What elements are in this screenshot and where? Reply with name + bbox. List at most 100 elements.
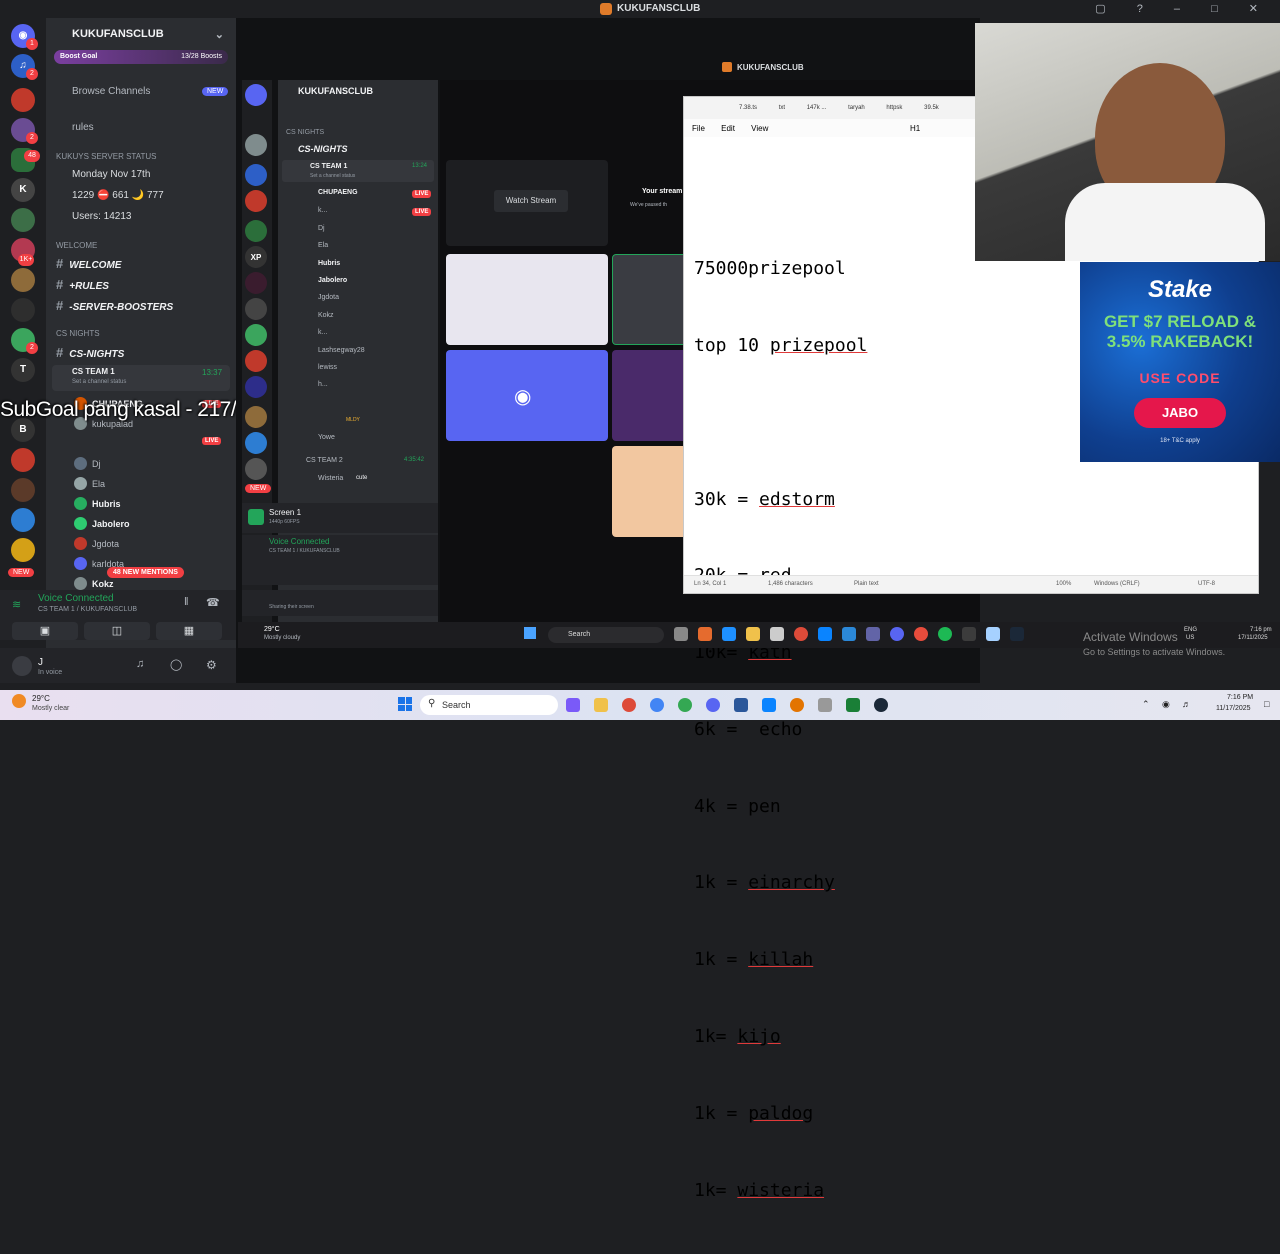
inner-voice-user[interactable]: Ela [318, 242, 328, 249]
user-tile[interactable] [446, 254, 608, 345]
inner-voice-channel[interactable]: CS TEAM 1 13:24 Set a channel status [282, 160, 434, 182]
voice-channel-status[interactable]: Set a channel status [72, 379, 126, 385]
server-icon[interactable] [245, 220, 267, 242]
inner-channel-cs-nights[interactable]: CS-NIGHTS [298, 144, 348, 154]
app-icon[interactable] [914, 627, 928, 641]
inner-category-cs-nights[interactable]: CS NIGHTS [286, 129, 324, 136]
server-letter-icon[interactable]: K [11, 178, 35, 202]
disconnect-icon[interactable]: ☎ [206, 596, 220, 609]
server-icon[interactable] [245, 458, 267, 480]
voice-connected-sub[interactable]: CS TEAM 1 / KUKUFANSCLUB [38, 606, 137, 613]
chevron-down-icon[interactable]: ⌄ [215, 28, 224, 41]
server-letter-icon[interactable]: T [11, 358, 35, 382]
voice-user[interactable]: Ela [92, 479, 105, 489]
inner-lang[interactable]: ENG [1184, 627, 1197, 633]
app-icon[interactable] [818, 698, 832, 712]
inner-region[interactable]: US [1186, 635, 1194, 641]
stream-tile[interactable]: Watch Stream [446, 160, 608, 246]
menu-view[interactable]: View [751, 124, 768, 133]
inner-server-name[interactable]: KUKUFANSCLUB [298, 86, 373, 96]
voice-user[interactable]: Dj [92, 459, 101, 469]
inner-date[interactable]: 17/11/2025 [1238, 635, 1268, 641]
inner-voice-user[interactable]: k... [318, 207, 327, 214]
gear-icon[interactable]: ⚙ [206, 658, 217, 672]
voice-connected-label[interactable]: Voice Connected [38, 593, 114, 604]
inner-voice-user[interactable]: k... [318, 329, 327, 336]
chrome-icon[interactable] [622, 698, 636, 712]
copilot-icon[interactable] [566, 698, 580, 712]
weather-icon[interactable] [12, 694, 26, 708]
server-icon[interactable] [245, 406, 267, 428]
server-icon[interactable] [245, 350, 267, 372]
inner-voice-user[interactable]: h... [318, 381, 328, 388]
user-tile[interactable] [612, 446, 692, 537]
notepad-tab[interactable]: 39.5k [924, 105, 939, 111]
inner-time[interactable]: 7:16 pm [1250, 627, 1272, 633]
inner-voice-user[interactable]: Jabolero [318, 277, 347, 284]
category-cs-nights[interactable]: CS NIGHTS [56, 329, 100, 338]
file-explorer-icon[interactable] [746, 627, 760, 641]
voice-user[interactable]: Kokz [92, 579, 114, 589]
camera-off-button[interactable]: ▣ [12, 622, 78, 640]
new-unreads-pill[interactable]: NEW [245, 484, 272, 493]
menu-file[interactable]: File [692, 124, 705, 133]
channel-date[interactable]: Monday Nov 17th [72, 169, 150, 180]
inner-voice-user[interactable]: Hubris [318, 260, 340, 267]
server-icon[interactable]: XP [245, 246, 267, 268]
screen-label[interactable]: Screen 1 [269, 508, 301, 517]
inner-search-box[interactable]: Search [548, 627, 664, 643]
channel-stats[interactable]: 1229 ⛔ 661 🌙 777 [72, 190, 164, 201]
server-header[interactable]: KUKUFANSCLUB ⌄ [46, 18, 236, 50]
server-icon[interactable] [245, 298, 267, 320]
inner-voice-user[interactable]: Yowe [318, 434, 335, 441]
chrome-icon[interactable] [790, 698, 804, 712]
avatar[interactable] [12, 656, 32, 676]
app-icon[interactable] [842, 627, 856, 641]
discord-taskbar-icon[interactable] [890, 627, 904, 641]
edge-icon[interactable] [722, 627, 736, 641]
server-icon[interactable] [11, 478, 35, 502]
server-icon[interactable] [245, 190, 267, 212]
spotify-icon[interactable] [938, 627, 952, 641]
inner-voice-user[interactable]: Wisteria [318, 475, 343, 482]
activities-button[interactable]: ▦ [156, 622, 222, 640]
steam-icon[interactable] [1010, 627, 1024, 641]
file-explorer-icon[interactable] [594, 698, 608, 712]
server-icon[interactable] [245, 432, 267, 454]
inner-voice-channel-2[interactable]: CS TEAM 2 [306, 457, 343, 464]
inner-voice-connected-label[interactable]: Voice Connected [269, 537, 330, 546]
voice-user[interactable]: Hubris [92, 499, 121, 509]
inner-voice-connected-sub[interactable]: CS TEAM 1 / KUKUFANSCLUB [269, 548, 340, 554]
notepad-text[interactable]: 75000prizepool top 10 prizepool 30k = ed… [694, 205, 867, 1254]
notepad-tab[interactable]: taryah [848, 105, 865, 111]
channel-welcome[interactable]: WELCOME [56, 256, 121, 271]
server-icon[interactable] [11, 268, 35, 292]
inner-weather-desc[interactable]: Mostly cloudy [264, 635, 300, 641]
inner-voice-user[interactable]: CHUPAENG [318, 189, 358, 196]
server-icon[interactable] [245, 324, 267, 346]
steam-icon[interactable] [874, 698, 888, 712]
headphones-icon[interactable]: ◯ [170, 658, 182, 671]
notepad-taskbar-icon[interactable] [986, 627, 1000, 641]
channel-rules[interactable]: rules [72, 122, 94, 133]
chrome-icon[interactable] [794, 627, 808, 641]
browse-channels-item[interactable]: Browse Channels [72, 86, 150, 97]
inner-weather-temp[interactable]: 29°C [264, 626, 280, 633]
clock-date[interactable]: 11/17/2025 [1216, 705, 1251, 712]
category-server-status[interactable]: KUKUYS SERVER STATUS [56, 152, 156, 161]
server-icon[interactable] [11, 298, 35, 322]
voice-channel-active[interactable]: CS TEAM 1 13:37 Set a channel status [52, 365, 230, 391]
inner-voice-user[interactable]: Lashsegway28 [318, 347, 365, 354]
notepad-tab[interactable]: httpsk [886, 105, 902, 111]
channel-server-boosters[interactable]: -SERVER-BOOSTERS [56, 298, 173, 313]
server-icon[interactable] [11, 448, 35, 472]
server-icon[interactable] [245, 134, 267, 156]
noise-suppression-icon[interactable]: ‖ [184, 596, 189, 608]
heading-dropdown[interactable]: H1 [910, 124, 920, 133]
chrome-icon[interactable] [650, 698, 664, 712]
channel-plus-rules[interactable]: +RULES [56, 277, 109, 292]
obs-icon[interactable] [846, 698, 860, 712]
taskview-icon[interactable] [674, 627, 688, 641]
app-icon[interactable] [698, 627, 712, 641]
inner-voice-user[interactable]: Jgdota [318, 294, 339, 301]
